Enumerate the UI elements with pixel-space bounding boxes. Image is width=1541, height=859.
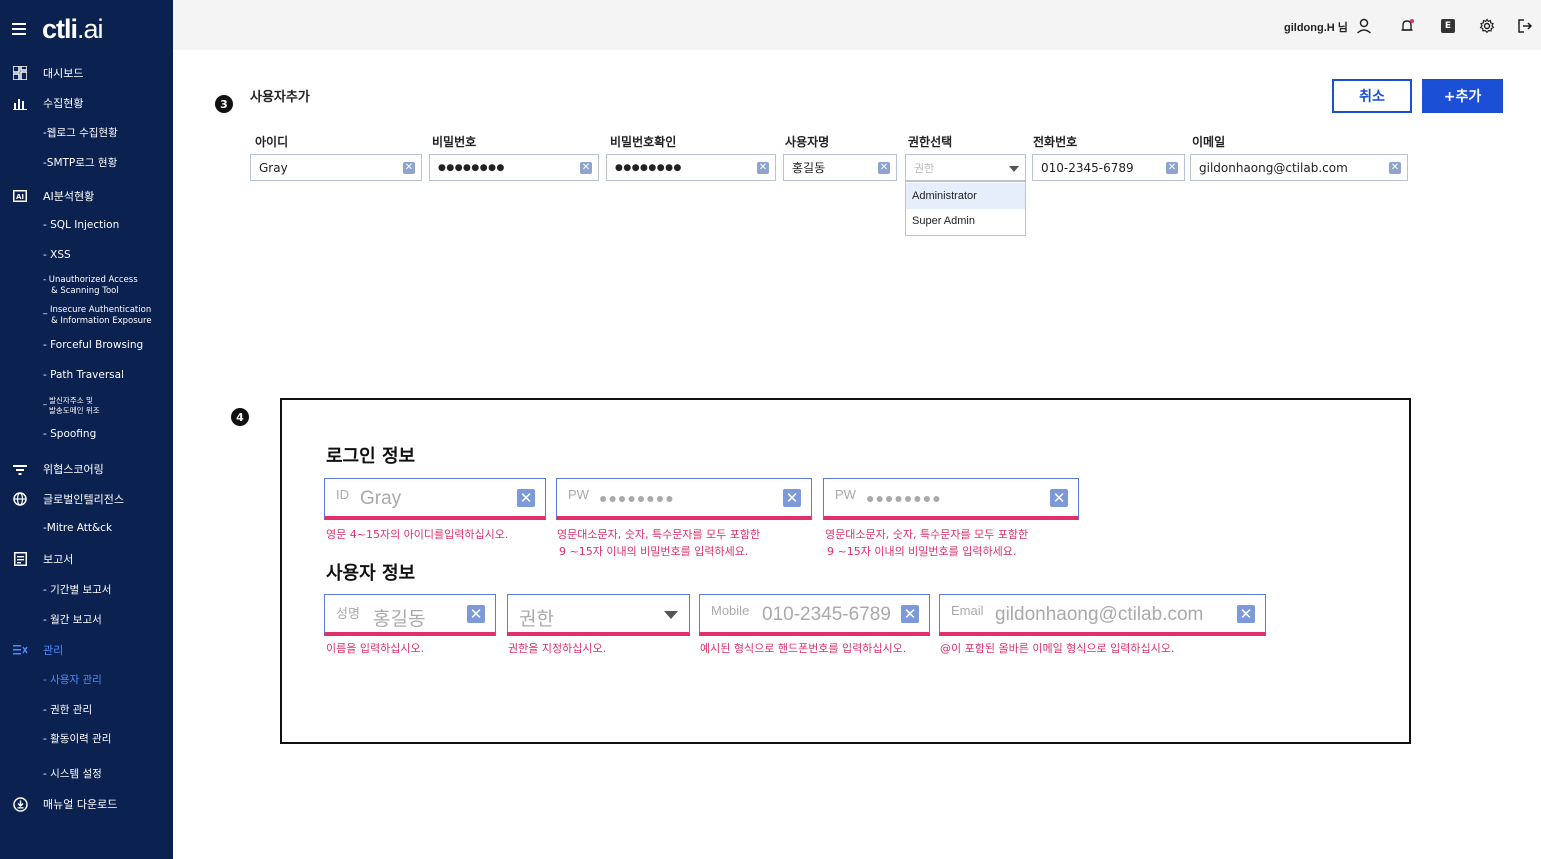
- password-help-text: 영문대소문자, 숫자, 특수문자를 모두 포함한 9 ~15자 이내의 비밀번호…: [557, 528, 761, 558]
- role-label: 권한선택: [908, 135, 953, 149]
- nav-smtplog[interactable]: -SMTP로그 현황: [43, 155, 117, 170]
- clear-icon[interactable]: ✕: [1166, 162, 1178, 174]
- nav-threat-scoring[interactable]: 위협스코어링: [0, 461, 173, 477]
- clear-icon[interactable]: ✕: [878, 162, 890, 174]
- logo-row: ctli.ai: [12, 14, 104, 45]
- username-label: 사용자명: [785, 135, 830, 149]
- email-field[interactable]: Email gildonhaong@ctilab.com ✕: [939, 594, 1266, 636]
- password-field[interactable]: PW ●●●●●●●● ✕: [556, 478, 812, 520]
- mobile-field[interactable]: Mobile 010-2345-6789 ✕: [699, 594, 930, 636]
- password-label: 비밀번호: [432, 135, 477, 149]
- clear-icon[interactable]: ✕: [1050, 489, 1068, 507]
- nav-global-intel[interactable]: 글로벌인텔리전스: [0, 491, 173, 507]
- manage-icon: [12, 642, 28, 658]
- nav-xss[interactable]: - XSS: [43, 249, 71, 261]
- nav-spoofing[interactable]: - Spoofing: [43, 428, 96, 440]
- menu-icon[interactable]: [12, 23, 26, 35]
- nav-system-settings[interactable]: - 시스템 설정: [43, 766, 102, 781]
- nav-weblog[interactable]: -웹로그 수집현황: [43, 125, 118, 140]
- id-field[interactable]: ID Gray ✕: [324, 478, 546, 520]
- user-icon[interactable]: [1355, 17, 1373, 35]
- password-confirm-field[interactable]: PW ●●●●●●●● ✕: [823, 478, 1079, 520]
- password-confirm-help-text: 영문대소문자, 숫자, 특수문자를 모두 포함한 9 ~15자 이내의 비밀번호…: [825, 528, 1029, 558]
- step-badge-3: 3: [215, 95, 233, 113]
- nav-sender-spoof[interactable]: _ 발신자주소 및 발송도메인 위조: [43, 396, 100, 416]
- nav-dashboard[interactable]: 대시보드: [0, 65, 173, 81]
- gear-icon[interactable]: [1478, 17, 1496, 35]
- role-field[interactable]: 권한: [507, 594, 690, 636]
- nav-collection[interactable]: 수집현황: [0, 95, 173, 111]
- id-help-text: 영문 4~15자의 아이디를입력하십시오.: [326, 528, 509, 541]
- form-spec-box: [280, 398, 1411, 744]
- clear-icon[interactable]: ✕: [901, 605, 919, 623]
- e-badge-icon[interactable]: E: [1439, 17, 1457, 35]
- name-field[interactable]: 성명 홍길동 ✕: [324, 594, 496, 636]
- section-title-add-user: 사용자추가: [250, 90, 310, 105]
- nav-manual-download[interactable]: 매뉴얼 다운로드: [0, 796, 173, 812]
- phone-label: 전화번호: [1033, 135, 1078, 149]
- user-info-title: 사용자 정보: [326, 563, 416, 584]
- cancel-button[interactable]: 취소: [1332, 79, 1412, 113]
- sidebar: ctli.ai 대시보드 수집현황 -웹로그 수집현황 -SMTP로그 현황 A…: [0, 0, 173, 859]
- nav-manage[interactable]: 관리: [0, 642, 173, 658]
- nav-unauthorized-access[interactable]: - Unauthorized Access & Scanning Tool: [43, 275, 138, 297]
- email-help-text: @이 포함된 올바른 이메일 형식으로 입력하십시오.: [940, 642, 1175, 655]
- clear-icon[interactable]: ✕: [403, 162, 415, 174]
- email-label: 이메일: [1192, 135, 1226, 149]
- download-icon: [12, 796, 28, 812]
- clear-icon[interactable]: ✕: [783, 489, 801, 507]
- mobile-help-text: 예시된 형식으로 핸드폰번호를 입력하십시오.: [700, 642, 907, 655]
- role-select[interactable]: 권한: [905, 154, 1026, 181]
- nav-path-traversal[interactable]: - Path Traversal: [43, 369, 124, 381]
- brand-logo[interactable]: ctli.ai: [42, 14, 104, 45]
- password-confirm-label: 비밀번호확인: [610, 135, 677, 149]
- clear-icon[interactable]: ✕: [517, 489, 535, 507]
- id-input[interactable]: Gray ✕: [250, 154, 422, 181]
- role-option-administrator[interactable]: Administrator: [906, 183, 1025, 209]
- nav-sql-injection[interactable]: - SQL Injection: [43, 219, 119, 231]
- nav-ai-analysis[interactable]: AI AI분석현황: [0, 188, 173, 204]
- globe-icon: [12, 491, 28, 507]
- nav-permission-manage[interactable]: - 권한 관리: [43, 702, 92, 717]
- clear-icon[interactable]: ✕: [1237, 605, 1255, 623]
- id-label: 아이디: [255, 135, 289, 149]
- clear-icon[interactable]: ✕: [1389, 162, 1401, 174]
- step-badge-4: 4: [231, 408, 249, 426]
- ai-icon: AI: [12, 188, 28, 204]
- nav-mitre[interactable]: -Mitre Att&ck: [43, 522, 112, 534]
- logout-icon[interactable]: [1516, 17, 1534, 35]
- email-input[interactable]: gildonhaong@ctilab.com ✕: [1190, 154, 1408, 181]
- nav-monthly-report[interactable]: - 월간 보고서: [43, 612, 102, 627]
- password-confirm-input[interactable]: ●●●●●●●● ✕: [606, 154, 776, 181]
- role-help-text: 권한을 지정하십시오.: [508, 642, 607, 655]
- nav-insecure-auth[interactable]: _ Insecure Authentication & Information …: [43, 305, 152, 327]
- role-option-super-admin[interactable]: Super Admin: [906, 208, 1025, 234]
- clear-icon[interactable]: ✕: [580, 162, 592, 174]
- role-dropdown: Administrator Super Admin: [905, 181, 1026, 236]
- nav-period-report[interactable]: - 기간별 보고서: [43, 582, 111, 597]
- nav-user-manage[interactable]: - 사용자 관리: [43, 672, 102, 687]
- notification-bell-icon[interactable]: [1398, 17, 1416, 35]
- username-input[interactable]: 홍길동 ✕: [783, 154, 897, 181]
- password-input[interactable]: ●●●●●●●● ✕: [429, 154, 599, 181]
- nav-forceful-browsing[interactable]: - Forceful Browsing: [43, 339, 143, 351]
- user-name[interactable]: gildong.H 님: [1284, 19, 1348, 35]
- bar-chart-icon: [12, 95, 28, 111]
- filter-icon: [12, 461, 28, 477]
- report-icon: [12, 551, 28, 567]
- chevron-down-icon: [664, 611, 678, 619]
- phone-input[interactable]: 010-2345-6789 ✕: [1032, 154, 1185, 181]
- dashboard-icon: [12, 65, 28, 81]
- nav-activity-log[interactable]: - 활동이력 관리: [43, 731, 111, 746]
- name-help-text: 이름을 입력하십시오.: [326, 642, 425, 655]
- clear-icon[interactable]: ✕: [467, 605, 485, 623]
- clear-icon[interactable]: ✕: [757, 162, 769, 174]
- login-info-title: 로그인 정보: [326, 446, 416, 467]
- chevron-down-icon: [1009, 166, 1019, 172]
- nav-report[interactable]: 보고서: [0, 551, 173, 567]
- add-button[interactable]: +추가: [1422, 79, 1503, 113]
- svg-text:AI: AI: [16, 193, 24, 201]
